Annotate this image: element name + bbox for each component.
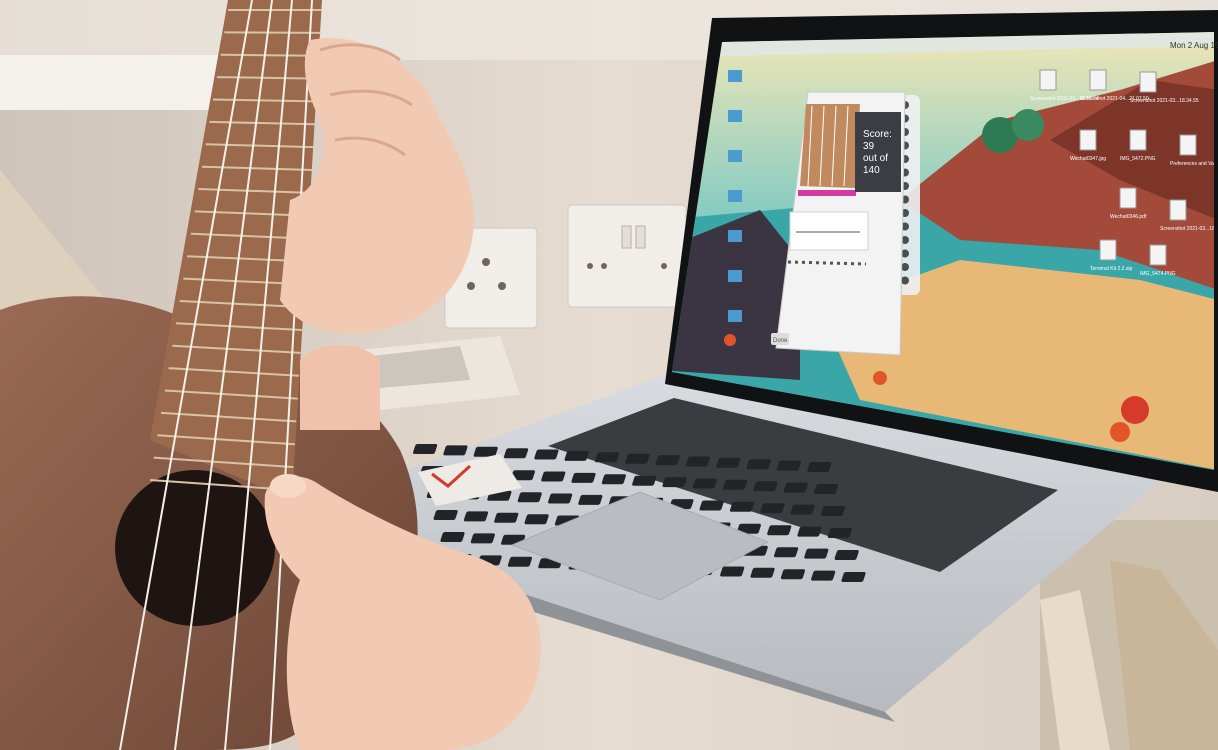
desktop-file-icon[interactable] xyxy=(1179,134,1197,156)
keyboard-key xyxy=(433,510,458,520)
keyboard-key xyxy=(685,456,711,467)
desktop-file-label: IMG_5474.PNG xyxy=(1140,271,1176,277)
keyboard-key xyxy=(413,444,438,454)
window-sill xyxy=(0,55,240,110)
keyboard-key xyxy=(780,569,806,580)
desktop-file-label: Wechat0346.pdf xyxy=(1110,214,1147,220)
desktop-file-label: Preferences and Values 6...rcise.pdf xyxy=(1170,161,1218,167)
desktop-file-label: IMG_5472.PNG xyxy=(1120,156,1156,162)
keyboard-key xyxy=(723,479,748,490)
wall-socket-double xyxy=(567,204,687,308)
keyboard-key xyxy=(797,526,822,537)
desktop-folder-icon[interactable] xyxy=(728,70,742,82)
keyboard-key xyxy=(534,449,559,460)
keyboard-key xyxy=(720,566,745,577)
keyboard-key xyxy=(834,550,859,560)
keyboard-key xyxy=(699,500,724,511)
desktop-file-label: Screenshot 2021-03...18.14.50 xyxy=(1160,226,1218,232)
keyboard-key xyxy=(774,547,799,558)
keyboard-key xyxy=(814,484,839,494)
keyboard-key xyxy=(443,445,468,456)
desktop-file-icon[interactable] xyxy=(1139,71,1157,93)
score-label: Score: xyxy=(863,129,892,140)
desktop-folder-icon[interactable] xyxy=(728,310,742,322)
keyboard-key xyxy=(564,450,589,461)
keyboard-key xyxy=(625,453,650,464)
desktop-folder-icon[interactable] xyxy=(728,230,742,242)
keyboard-key xyxy=(804,548,829,559)
keyboard-key xyxy=(541,471,566,482)
keyboard-key xyxy=(750,567,775,578)
done-button-label: Done xyxy=(773,338,788,344)
keyboard-key xyxy=(463,511,489,522)
dock-icon xyxy=(901,276,909,285)
desktop-file-label: Wechat0347.jpg xyxy=(1070,156,1106,162)
desktop-file-icon[interactable] xyxy=(1079,129,1097,151)
desktop-folder-icon[interactable] xyxy=(728,190,742,202)
keyboard-key xyxy=(494,512,519,523)
keyboard-key xyxy=(507,556,533,567)
fret xyxy=(220,53,320,57)
keyboard-key xyxy=(776,460,801,471)
desktop-folder-icon[interactable] xyxy=(728,110,742,122)
keyboard-key xyxy=(470,533,495,544)
keyboard-key xyxy=(440,532,465,542)
keyboard-key xyxy=(578,494,603,505)
keyboard-key xyxy=(571,472,596,483)
keyboard-key xyxy=(548,493,573,504)
photo-scene: Screenshot 2021-03...18.16.34Screenshot … xyxy=(0,0,1218,750)
fret xyxy=(224,31,321,34)
desktop-file-icon[interactable] xyxy=(1099,239,1117,261)
desktop-file-icon[interactable] xyxy=(1089,69,1107,91)
desktop-folder-icon[interactable] xyxy=(728,150,742,162)
keyboard-key xyxy=(517,492,542,503)
keyboard-key xyxy=(632,475,657,486)
keyboard-key xyxy=(753,481,778,492)
desktop-file-label: Terminal Kit 2.2.zip xyxy=(1090,266,1132,272)
score-panel xyxy=(855,112,901,192)
desktop-file-icon[interactable] xyxy=(1039,69,1057,91)
keyboard-key xyxy=(820,506,846,516)
score-total: 140 xyxy=(863,165,880,176)
menubar-clock: Mon 2 Aug 15:1 xyxy=(1170,41,1218,50)
keyboard-key xyxy=(783,482,808,493)
keyboard-key xyxy=(655,455,680,466)
keyboard-key xyxy=(807,462,832,472)
keyboard-key xyxy=(601,474,626,485)
desktop-file-icon[interactable] xyxy=(1129,129,1147,151)
text-area xyxy=(789,211,869,251)
keyboard-key xyxy=(827,528,852,538)
keyboard-key xyxy=(790,504,815,515)
desktop-file-icon[interactable] xyxy=(1169,199,1187,221)
desktop-file-icon[interactable] xyxy=(1119,187,1137,209)
keyboard-key xyxy=(524,514,549,525)
keyboard-key xyxy=(503,448,529,459)
keyboard-key xyxy=(729,501,755,512)
desktop-folder-icon[interactable] xyxy=(728,270,742,282)
keyboard-key xyxy=(716,457,741,468)
desktop-file-icon[interactable] xyxy=(1149,244,1167,266)
desktop-file-label: Screenshot 2021-03...18.34.55 xyxy=(1130,98,1199,104)
keyboard-key xyxy=(594,452,620,463)
keyboard-key xyxy=(662,477,687,488)
keyboard-key xyxy=(811,570,836,581)
keyboard-key xyxy=(767,525,792,536)
keyboard-key xyxy=(692,478,717,489)
keyboard-key xyxy=(841,572,866,582)
keyboard-key xyxy=(746,459,771,470)
score-value: 39 xyxy=(863,141,875,152)
score-out-of: out of xyxy=(863,153,888,164)
note-bar xyxy=(798,190,856,196)
keyboard-key xyxy=(760,503,785,514)
